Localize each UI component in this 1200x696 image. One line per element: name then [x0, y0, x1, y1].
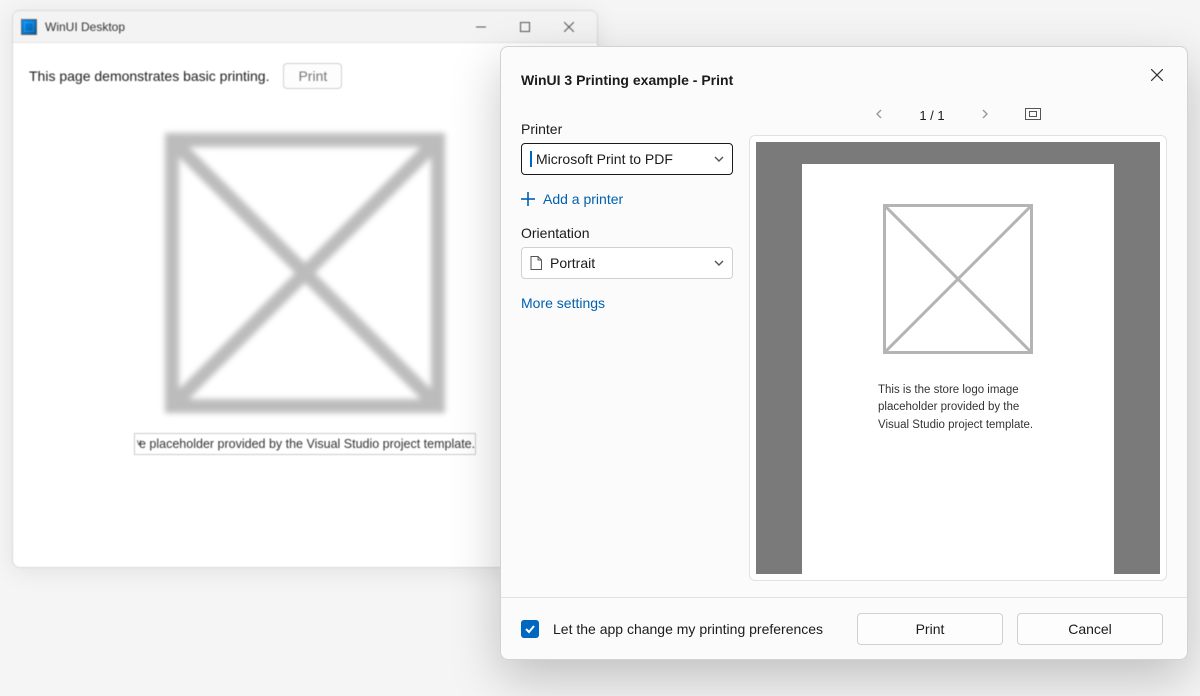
dialog-cancel-button[interactable]: Cancel	[1017, 613, 1163, 645]
print-options-panel: Printer Microsoft Print to PDF Add a pri…	[501, 95, 749, 597]
page-description: This page demonstrates basic printing.	[29, 68, 269, 84]
dialog-print-button[interactable]: Print	[857, 613, 1003, 645]
fit-to-page-button[interactable]	[1025, 107, 1041, 123]
add-printer-label: Add a printer	[543, 191, 623, 207]
printer-label: Printer	[521, 121, 733, 137]
preview-panel: 1 / 1 This is the store l	[749, 95, 1187, 597]
text-cursor	[530, 151, 532, 167]
dialog-title: WinUI 3 Printing example - Print	[521, 72, 733, 88]
titlebar: WinUI Desktop	[13, 11, 597, 43]
chevron-down-icon	[714, 257, 724, 269]
next-page-button[interactable]	[981, 108, 989, 122]
app-icon	[21, 19, 37, 35]
printer-select[interactable]: Microsoft Print to PDF	[521, 143, 733, 175]
maximize-button[interactable]	[503, 13, 547, 41]
page-icon	[530, 256, 542, 270]
window-title: WinUI Desktop	[45, 20, 459, 34]
preferences-checkbox-label: Let the app change my printing preferenc…	[553, 621, 843, 637]
preview-card: This is the store logo image placeholder…	[749, 135, 1167, 581]
pager: 1 / 1	[749, 95, 1167, 135]
chevron-down-icon	[714, 153, 724, 165]
close-icon[interactable]	[1143, 61, 1171, 89]
preview-placeholder-image	[883, 204, 1033, 354]
close-button[interactable]	[547, 13, 591, 41]
minimize-button[interactable]	[459, 13, 503, 41]
prev-page-button[interactable]	[875, 108, 883, 122]
preview-page: This is the store logo image placeholder…	[802, 164, 1114, 574]
plus-icon	[521, 192, 535, 206]
image-caption[interactable]: ͮe placeholder provided by the Visual St…	[134, 433, 476, 455]
preview-caption: This is the store logo image placeholder…	[878, 382, 1038, 434]
placeholder-image	[165, 133, 445, 413]
preview-background: This is the store logo image placeholder…	[756, 142, 1160, 574]
orientation-select[interactable]: Portrait	[521, 247, 733, 279]
print-button[interactable]: Print	[283, 63, 342, 89]
print-dialog: WinUI 3 Printing example - Print Printer…	[500, 46, 1188, 660]
add-printer-link[interactable]: Add a printer	[521, 191, 733, 207]
more-settings-link[interactable]: More settings	[521, 295, 733, 311]
page-indicator: 1 / 1	[919, 108, 944, 123]
dialog-header: WinUI 3 Printing example - Print	[501, 47, 1187, 95]
printer-select-value: Microsoft Print to PDF	[536, 151, 673, 167]
orientation-select-value: Portrait	[550, 255, 595, 271]
dialog-footer: Let the app change my printing preferenc…	[501, 597, 1187, 659]
preferences-checkbox[interactable]	[521, 620, 539, 638]
orientation-label: Orientation	[521, 225, 733, 241]
check-icon	[524, 623, 536, 635]
